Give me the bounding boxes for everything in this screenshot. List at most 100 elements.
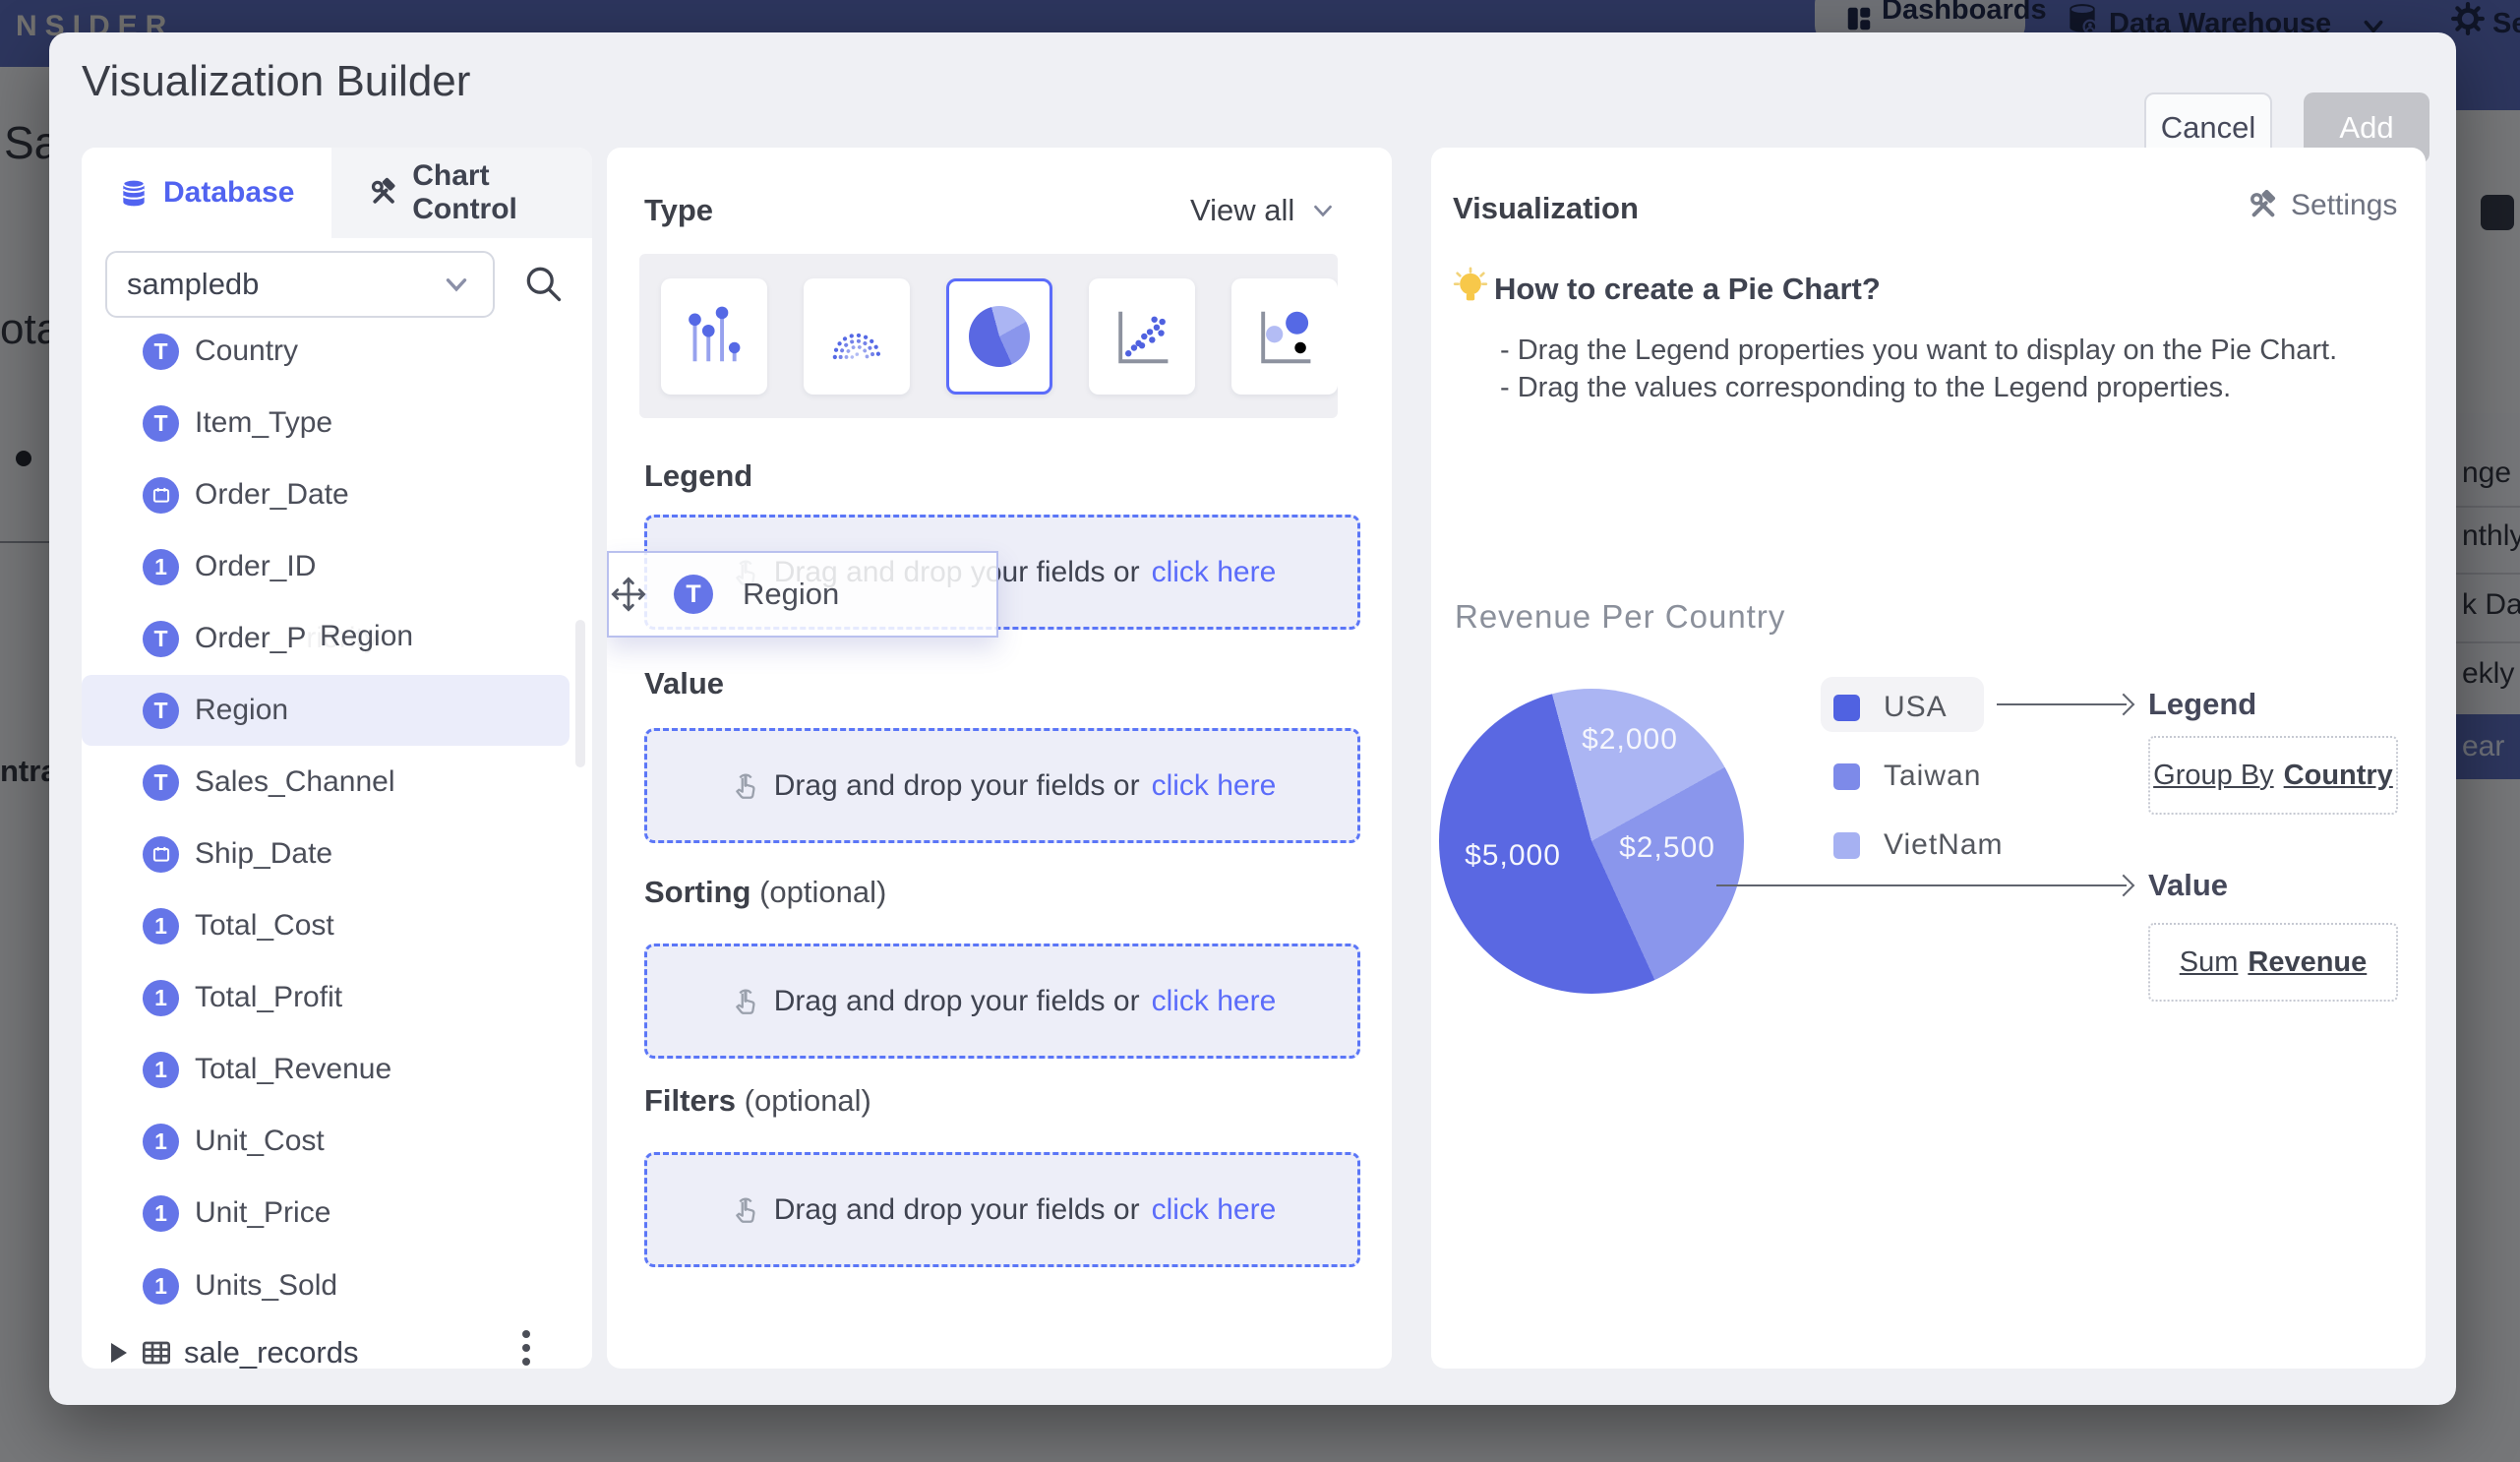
text-field-icon: T (143, 764, 179, 801)
table-row-sale-records[interactable]: sale_records (82, 1320, 570, 1369)
visualization-panel: Visualization Settings (1431, 148, 2426, 1369)
tip-line: - Drag the Legend properties you want to… (1500, 335, 2337, 367)
field-row[interactable]: T Country (82, 316, 570, 387)
legend-swatch (1833, 695, 1860, 721)
chart-title: Revenue Per Country (1455, 598, 1785, 636)
dropzone-click-here-link[interactable]: click here (1152, 1193, 1277, 1227)
field-row[interactable]: 1 Unit_Price (82, 1178, 570, 1249)
kebab-menu-icon[interactable] (522, 1330, 530, 1338)
table-icon (141, 1337, 172, 1369)
dropzone-text: Drag and drop your fields or (774, 985, 1140, 1018)
field-row[interactable]: 1 Total_Profit (82, 962, 570, 1033)
pie-chart-icon (969, 306, 1030, 367)
field-row[interactable]: 1 Unit_Cost (82, 1106, 570, 1177)
chevron-down-icon (440, 268, 473, 301)
dropzone-click-here-link[interactable]: click here (1152, 556, 1277, 589)
number-field-icon: 1 (143, 908, 179, 944)
view-all-button[interactable]: View all (1190, 193, 1338, 228)
legend-item-usa[interactable]: USA (1833, 691, 1948, 724)
builder-panel: Type View all (607, 148, 1392, 1369)
sum-revenue-box[interactable]: Sum Revenue (2148, 923, 2398, 1002)
chart-type-bubble[interactable] (1231, 278, 1338, 395)
text-field-icon: T (143, 621, 179, 657)
sorting-optional-suffix: (optional) (751, 875, 887, 909)
annotation-arrow (1716, 884, 2127, 886)
field-name: Units_Sold (195, 1269, 337, 1303)
chevron-down-icon (1308, 196, 1338, 225)
text-field-icon: T (143, 334, 179, 370)
sum-prefix: Sum (2180, 946, 2239, 979)
lightbulb-icon (1451, 266, 1490, 309)
annotation-arrow (1997, 703, 2127, 705)
legend-item-vietnam[interactable]: VietNam (1833, 828, 2004, 862)
field-name: Total_Cost (195, 909, 334, 943)
field-name: Total_Profit (195, 981, 342, 1014)
value-dropzone[interactable]: Drag and drop your fields or click here (644, 728, 1360, 843)
arc-chart-icon (824, 302, 889, 371)
tools-icon (2248, 190, 2279, 221)
field-name: Order_Date (195, 478, 349, 512)
tab-chart-control[interactable]: Chart Control (331, 148, 592, 238)
tab-database[interactable]: Database (82, 148, 331, 238)
drag-ghost-label: Region (320, 620, 413, 653)
chart-type-arc[interactable] (804, 278, 910, 395)
field-row[interactable]: 1 Units_Sold (82, 1250, 570, 1321)
legend-label: Taiwan (1884, 760, 1981, 793)
lollipop-chart-icon (684, 302, 745, 371)
settings-label: Settings (2291, 189, 2397, 222)
section-label-sorting: Sorting (optional) (644, 875, 886, 910)
text-field-icon: T (143, 693, 179, 729)
number-field-icon: 1 (143, 549, 179, 585)
dropzone-text: Drag and drop your fields or (774, 769, 1140, 803)
legend-item-taiwan[interactable]: Taiwan (1833, 760, 1981, 793)
number-field-icon: 1 (143, 1124, 179, 1160)
expand-triangle-icon[interactable] (111, 1343, 127, 1363)
dropzone-click-here-link[interactable]: click here (1152, 769, 1277, 803)
chart-type-lollipop[interactable] (661, 278, 767, 395)
chart-type-scatter[interactable] (1089, 278, 1195, 395)
field-row[interactable]: T Item_Type (82, 388, 570, 458)
modal-title: Visualization Builder (82, 57, 470, 106)
filters-section-label: Filters (644, 1083, 736, 1118)
field-name: Country (195, 335, 298, 368)
slice-label-vietnam: $2,000 (1582, 723, 1678, 757)
field-name: Region (195, 694, 288, 727)
drag-chip-label: Region (743, 577, 839, 612)
legend-label: USA (1884, 691, 1948, 724)
annotation-arrowhead (2113, 875, 2135, 897)
database-select[interactable]: sampledb (105, 251, 495, 318)
group-by-box[interactable]: Group By Country (2148, 736, 2398, 815)
filters-dropzone[interactable]: Drag and drop your fields or click here (644, 1152, 1360, 1267)
field-row[interactable]: 1 Total_Revenue (82, 1034, 570, 1105)
field-row[interactable]: T Sales_Channel (82, 747, 570, 818)
visualization-heading: Visualization (1453, 191, 1639, 226)
legend-label: VietNam (1884, 828, 2004, 862)
search-button[interactable] (521, 262, 565, 305)
scrollbar-thumb[interactable] (575, 620, 585, 767)
chart-type-pie-selected[interactable] (946, 278, 1052, 395)
field-row-region-selected[interactable]: T Region (82, 675, 570, 746)
field-row[interactable]: 1 Order_ID (82, 531, 570, 602)
dropzone-click-here-link[interactable]: click here (1152, 985, 1277, 1018)
legend-annotation-heading: Legend (2148, 687, 2256, 722)
group-by-field: Country (2284, 760, 2393, 792)
bubble-chart-icon (1254, 302, 1315, 371)
settings-button[interactable]: Settings (2248, 189, 2397, 222)
tab-chart-control-label: Chart Control (412, 159, 592, 226)
scatter-chart-icon (1111, 302, 1172, 371)
database-panel: Database Chart Control sampledb (82, 148, 592, 1369)
field-row[interactable]: Order_Date (82, 459, 570, 530)
dragging-field-chip[interactable]: T Region (607, 551, 998, 638)
number-field-icon: 1 (143, 1268, 179, 1305)
field-row[interactable]: Ship_Date (82, 819, 570, 889)
sum-field: Revenue (2248, 946, 2367, 979)
sorting-dropzone[interactable]: Drag and drop your fields or click here (644, 944, 1360, 1059)
date-field-icon (143, 477, 179, 514)
value-annotation-heading: Value (2148, 868, 2228, 903)
drag-ghost-region: Region (306, 606, 481, 667)
field-name: Ship_Date (195, 837, 332, 871)
field-row[interactable]: 1 Total_Cost (82, 890, 570, 961)
number-field-icon: 1 (143, 980, 179, 1016)
tab-database-label: Database (163, 176, 294, 210)
text-field-icon: T (143, 405, 179, 442)
